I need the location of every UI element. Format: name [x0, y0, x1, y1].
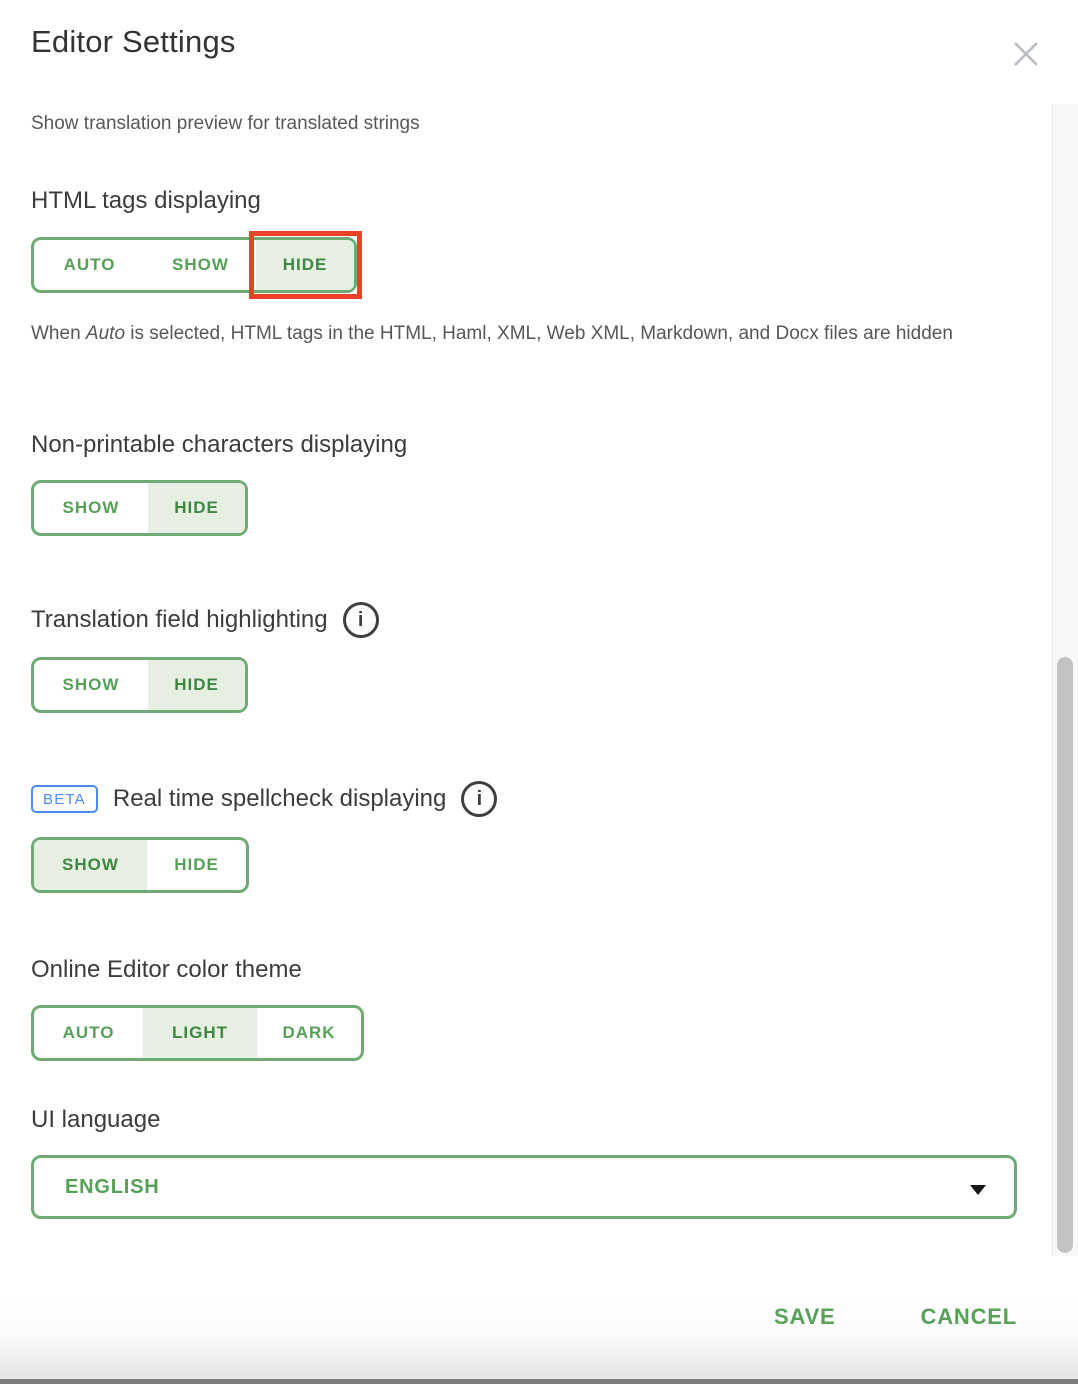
- description-part: When: [31, 323, 86, 344]
- description-part: is selected, HTML tags in the HTML, Haml…: [125, 323, 953, 344]
- ui-language-heading: UI language: [31, 1106, 160, 1134]
- save-button[interactable]: SAVE: [774, 1298, 835, 1336]
- non-printable-heading: Non-printable characters displaying: [31, 431, 407, 459]
- html-tags-description: When Auto is selected, HTML tags in the …: [31, 316, 1011, 352]
- color-theme-option-dark[interactable]: DARK: [257, 1008, 361, 1058]
- color-theme-segmented-control: AUTO LIGHT DARK: [31, 1005, 364, 1061]
- translation-preview-setting-label: Show translation preview for translated …: [31, 113, 420, 135]
- html-tags-option-show[interactable]: SHOW: [145, 240, 256, 290]
- field-highlighting-option-hide[interactable]: HIDE: [148, 660, 245, 710]
- scrollbar-thumb[interactable]: [1057, 657, 1073, 1253]
- info-icon[interactable]: i: [343, 602, 379, 638]
- html-tags-option-hide[interactable]: HIDE: [256, 240, 354, 290]
- color-theme-option-auto[interactable]: AUTO: [34, 1008, 143, 1058]
- spellcheck-option-hide[interactable]: HIDE: [147, 840, 246, 890]
- spellcheck-option-show[interactable]: SHOW: [34, 840, 147, 890]
- html-tags-heading: HTML tags displaying: [31, 187, 261, 215]
- close-button[interactable]: [1000, 28, 1052, 80]
- close-icon: [1007, 35, 1045, 73]
- html-tags-segmented-control: AUTO SHOW HIDE: [31, 237, 357, 293]
- beta-badge: BETA: [31, 785, 98, 813]
- ui-language-select[interactable]: ENGLISH: [31, 1155, 1017, 1219]
- field-highlighting-heading: Translation field highlighting: [31, 606, 328, 634]
- scrollbar-track[interactable]: [1052, 104, 1078, 1256]
- spellcheck-segmented-control: SHOW HIDE: [31, 837, 249, 893]
- color-theme-option-light[interactable]: LIGHT: [143, 1008, 257, 1058]
- field-highlighting-option-show[interactable]: SHOW: [34, 660, 148, 710]
- html-tags-option-auto[interactable]: AUTO: [34, 240, 145, 290]
- editor-settings-dialog: Editor Settings Show translation preview…: [0, 0, 1078, 1384]
- non-printable-option-hide[interactable]: HIDE: [148, 483, 245, 533]
- field-highlighting-heading-row: Translation field highlighting i: [31, 602, 379, 638]
- non-printable-option-show[interactable]: SHOW: [34, 483, 148, 533]
- page-title: Editor Settings: [31, 24, 236, 60]
- non-printable-segmented-control: SHOW HIDE: [31, 480, 248, 536]
- caret-down-icon: [970, 1185, 986, 1195]
- color-theme-heading: Online Editor color theme: [31, 956, 302, 984]
- description-part-italic: Auto: [86, 323, 125, 344]
- info-icon[interactable]: i: [461, 781, 497, 817]
- footer-actions: SAVE CANCEL: [0, 1298, 1017, 1336]
- field-highlighting-segmented-control: SHOW HIDE: [31, 657, 248, 713]
- spellcheck-heading-row: BETA Real time spellcheck displaying i: [31, 781, 497, 817]
- cancel-button[interactable]: CANCEL: [921, 1298, 1017, 1336]
- spellcheck-heading: Real time spellcheck displaying: [113, 785, 447, 813]
- ui-language-selected-value: ENGLISH: [65, 1176, 160, 1199]
